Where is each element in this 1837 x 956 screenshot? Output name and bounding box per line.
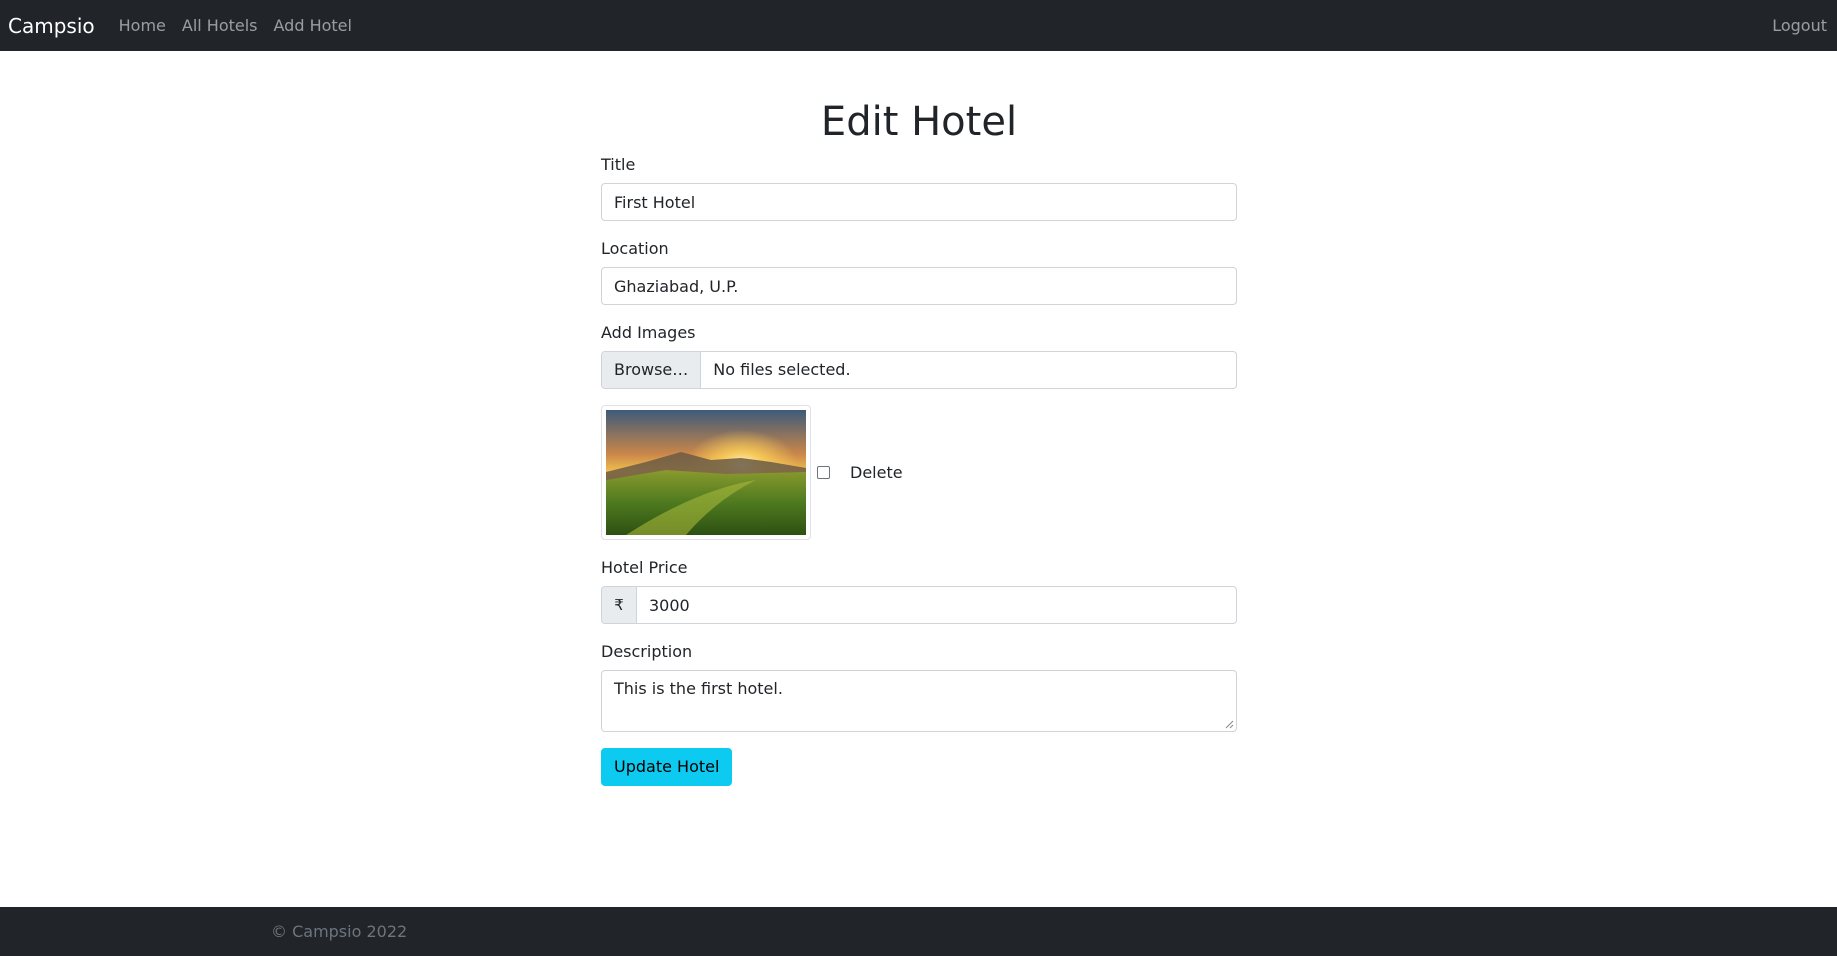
nav-link-all-hotels[interactable]: All Hotels bbox=[182, 16, 258, 35]
price-label: Hotel Price bbox=[601, 558, 688, 577]
file-input[interactable]: Browse… No files selected. bbox=[601, 351, 1237, 389]
price-group: Hotel Price ₹ bbox=[601, 556, 1237, 624]
title-group: Title bbox=[601, 153, 1237, 221]
landscape-image bbox=[606, 410, 806, 535]
currency-symbol: ₹ bbox=[601, 586, 636, 624]
title-input[interactable] bbox=[601, 183, 1237, 221]
images-label: Add Images bbox=[601, 323, 696, 342]
logout-link[interactable]: Logout bbox=[1772, 16, 1827, 35]
page-title: Edit Hotel bbox=[820, 99, 1018, 145]
description-label: Description bbox=[601, 642, 693, 661]
nav-link-add-hotel[interactable]: Add Hotel bbox=[274, 16, 352, 35]
title-label: Title bbox=[601, 155, 636, 174]
description-group: Description This is the first hotel. bbox=[601, 640, 1237, 732]
description-textarea[interactable]: This is the first hotel. bbox=[601, 670, 1237, 732]
hotel-image-thumbnail bbox=[601, 405, 811, 540]
description-text: This is the first hotel. bbox=[614, 679, 783, 698]
update-hotel-button[interactable]: Update Hotel bbox=[601, 748, 733, 786]
delete-image-checkbox[interactable] bbox=[817, 466, 830, 479]
footer: © Campsio 2022 bbox=[0, 907, 1837, 956]
brand-link[interactable]: Campsio bbox=[8, 14, 95, 38]
footer-copyright: © Campsio 2022 bbox=[271, 922, 408, 941]
edit-hotel-form: Edit Hotel Title Location Add Images Bro… bbox=[601, 51, 1237, 786]
existing-image-row: Delete bbox=[601, 405, 1237, 540]
delete-label: Delete bbox=[850, 463, 903, 482]
price-input-group: ₹ bbox=[601, 586, 1237, 624]
nav-link-home[interactable]: Home bbox=[119, 16, 166, 35]
file-status: No files selected. bbox=[713, 360, 851, 379]
location-input[interactable] bbox=[601, 267, 1237, 305]
price-input[interactable] bbox=[636, 586, 1237, 624]
main-content: Edit Hotel Title Location Add Images Bro… bbox=[0, 51, 1837, 907]
location-label: Location bbox=[601, 239, 669, 258]
browse-button[interactable]: Browse… bbox=[602, 352, 702, 388]
page: Campsio Home All Hotels Add Hotel Logout… bbox=[0, 0, 1837, 956]
resize-grip-icon[interactable] bbox=[1225, 720, 1234, 729]
location-group: Location bbox=[601, 237, 1237, 305]
navbar: Campsio Home All Hotels Add Hotel Logout bbox=[0, 0, 1837, 51]
images-group: Add Images Browse… No files selected. bbox=[601, 321, 1237, 389]
